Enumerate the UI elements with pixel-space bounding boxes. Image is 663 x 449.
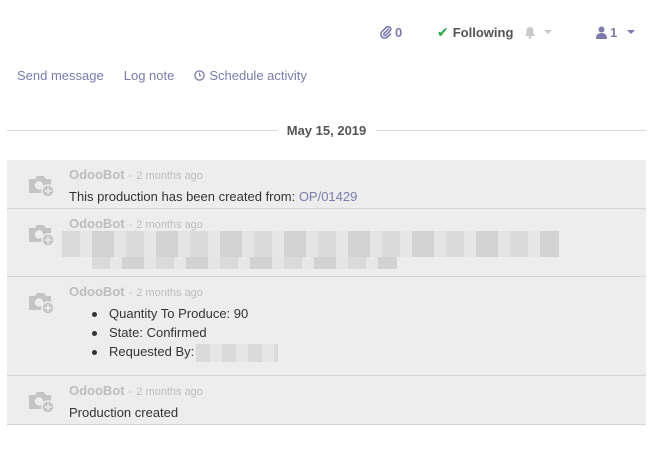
bell-icon [525,26,535,39]
list-item: State: Confirmed [91,323,646,342]
message-content: Production created [69,403,646,422]
following-button[interactable]: ✔ Following [437,23,513,41]
message-item: OdooBot - 2 months ago [7,209,646,277]
divider [376,129,647,131]
chatter-topbar: 0 ✔ Following 1 [0,0,663,62]
message-time: 2 months ago [136,386,203,398]
redacted-content [92,257,397,269]
camera-placeholder-icon [29,176,55,198]
tracking-value: Requested By: [109,344,195,359]
message-author[interactable]: OdooBot [69,216,125,231]
message-separator: - [128,170,133,182]
tracking-values-list: Quantity To Produce: 90 State: Confirmed… [91,304,646,362]
followers-count: 1 [610,24,618,40]
camera-placeholder-icon [29,392,55,414]
message-item: OdooBot - 2 months ago This production h… [7,160,646,209]
message-text: Production created [69,405,179,420]
date-separator: May 15, 2019 [7,121,647,139]
message-body: OdooBot - 2 months ago Quantity To Produ… [69,277,646,362]
chevron-down-icon [627,30,636,34]
camera-placeholder-icon [29,293,55,315]
tracking-value: Quantity To Produce: 90 [109,306,249,321]
check-icon: ✔ [437,23,449,40]
redacted-content [62,231,559,257]
attachments-button[interactable]: 0 [380,23,402,41]
message-body: OdooBot - 2 months ago [69,209,646,233]
message-separator: - [128,386,133,398]
message-header: OdooBot - 2 months ago [69,383,646,400]
message-item: OdooBot - 2 months ago Quantity To Produ… [7,277,646,376]
message-text: This production has been created from: [69,189,296,204]
message-separator: - [128,287,133,299]
tracking-value: State: Confirmed [109,325,207,340]
message-header: OdooBot - 2 months ago [69,167,646,184]
attachments-count: 0 [395,24,403,40]
chevron-down-icon [544,30,552,34]
redacted-content [196,343,279,362]
clock-icon [194,69,206,81]
date-label: May 15, 2019 [286,122,367,138]
message-body: OdooBot - 2 months ago This production h… [69,160,646,206]
production-link[interactable]: OP/01429 [299,189,358,204]
message-time: 2 months ago [136,219,203,231]
log-note-button[interactable]: Log note [124,68,175,83]
followers-dropdown[interactable]: 1 [596,23,636,41]
list-item: Requested By: [91,342,646,362]
notifications-dropdown[interactable] [524,23,552,41]
message-author[interactable]: OdooBot [69,167,125,182]
message-item: OdooBot - 2 months ago Production create… [7,376,646,425]
message-time: 2 months ago [136,170,203,182]
paperclip-icon [380,25,392,39]
list-item: Quantity To Produce: 90 [91,304,646,323]
chatter-actions: Send message Log note Schedule activity [17,66,307,84]
message-time: 2 months ago [136,287,203,299]
following-label: Following [452,24,514,40]
schedule-activity-button[interactable]: Schedule activity [194,68,307,83]
schedule-activity-label: Schedule activity [209,67,307,83]
message-separator: - [128,219,133,231]
divider [7,129,277,131]
message-author[interactable]: OdooBot [69,383,125,398]
message-thread: OdooBot - 2 months ago This production h… [7,160,646,425]
message-content: This production has been created from: O… [69,187,646,206]
message-body: OdooBot - 2 months ago Production create… [69,376,646,422]
message-author[interactable]: OdooBot [69,284,125,299]
user-icon [596,26,607,39]
send-message-button[interactable]: Send message [17,68,104,83]
message-header: OdooBot - 2 months ago [69,284,646,301]
camera-placeholder-icon [29,225,55,247]
